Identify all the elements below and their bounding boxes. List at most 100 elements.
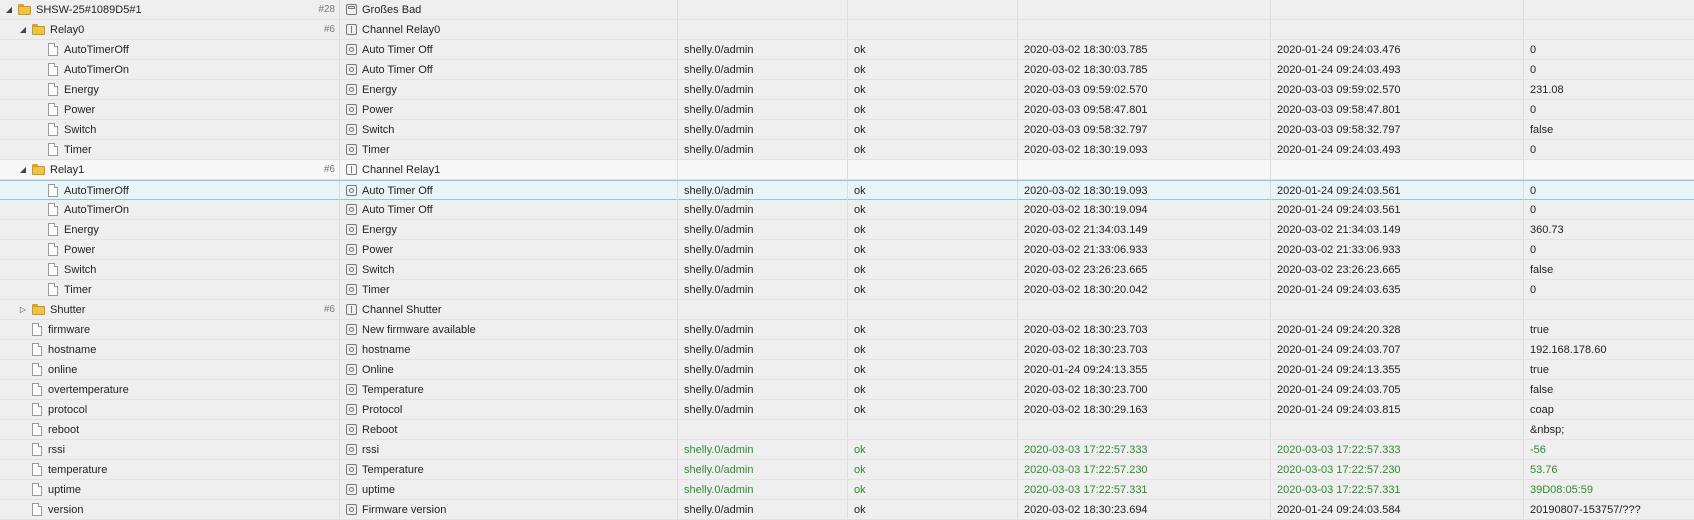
file-icon (32, 503, 42, 516)
value-text[interactable]: 39D08:05:59 (1530, 480, 1593, 499)
id-cell: reboot (0, 420, 340, 439)
table-row[interactable]: AutoTimerOn Auto Timer Off shelly.0/admin o… (0, 60, 1694, 80)
ack-cell: ok (848, 480, 1018, 499)
timestamp-text: 2020-03-02 23:26:23.665 (1024, 264, 1148, 276)
value-text[interactable]: true (1530, 360, 1549, 379)
value-text[interactable]: 0 (1530, 100, 1536, 119)
collapse-toggle-icon[interactable]: ◢ (4, 0, 14, 19)
tree-node-row[interactable]: ◢ Relay1 #6 Channel Relay1 (0, 160, 1694, 180)
last-change-text: 2020-03-03 09:59:02.570 (1277, 84, 1401, 96)
name-cell: Online (340, 360, 678, 379)
state-role-icon (346, 204, 357, 215)
value-text[interactable]: 192.168.178.60 (1530, 340, 1606, 359)
file-icon (32, 423, 42, 436)
value-text[interactable]: 0 (1530, 60, 1536, 79)
table-row[interactable]: Timer Timer shelly.0/admin ok 2020-03-02 18:… (0, 280, 1694, 300)
table-row[interactable]: Switch Switch shelly.0/admin ok 2020-03-02 2… (0, 260, 1694, 280)
ack-cell: ok (848, 340, 1018, 359)
value-text[interactable]: true (1530, 320, 1549, 339)
folder-icon (32, 164, 45, 175)
value-text[interactable]: false (1530, 260, 1553, 279)
instance-cell: shelly.0/admin (678, 100, 848, 119)
last-change-text: 2020-03-03 17:22:57.331 (1277, 484, 1401, 496)
value-text[interactable]: 0 (1530, 240, 1536, 259)
value-text[interactable]: 20190807-153757/??? (1530, 500, 1641, 519)
ack-text: ok (854, 404, 866, 416)
table-row[interactable]: Power Power shelly.0/admin ok 2020-03-03 09:… (0, 100, 1694, 120)
last-change-text: 2020-03-03 09:58:47.801 (1277, 104, 1401, 116)
value-text[interactable]: 0 (1530, 40, 1536, 59)
object-name-label: Großes Bad (362, 4, 422, 16)
tree-node-row[interactable]: ▷ Shutter #6 Channel Shutter (0, 300, 1694, 320)
ack-text: ok (854, 64, 866, 76)
ack-cell (848, 20, 1018, 39)
expand-toggle-icon[interactable]: ▷ (18, 300, 28, 319)
object-id-label: rssi (48, 444, 66, 456)
object-name-label: Firmware version (362, 504, 447, 516)
ack-cell (848, 0, 1018, 19)
instance-cell: shelly.0/admin (678, 220, 848, 239)
table-row[interactable]: hostname hostname shelly.0/admin ok 2020-03-… (0, 340, 1694, 360)
timestamp-text: 2020-03-02 18:30:23.703 (1024, 324, 1148, 336)
last-change-text: 2020-01-24 09:24:03.815 (1277, 404, 1401, 416)
instance-cell: shelly.0/admin (678, 360, 848, 379)
table-row[interactable]: online Online shelly.0/admin ok 2020-01-24 0… (0, 360, 1694, 380)
collapse-toggle-icon[interactable]: ◢ (18, 160, 28, 179)
tree-node-row[interactable]: ◢ SHSW-25#1089D5#1 #28 Großes Bad (0, 0, 1694, 20)
timestamp-text: 2020-03-02 21:34:03.149 (1024, 224, 1148, 236)
instance-text: shelly.0/admin (684, 44, 754, 56)
state-role-icon (346, 224, 357, 235)
table-row[interactable]: AutoTimerOff Auto Timer Off shelly.0/admin… (0, 180, 1694, 200)
value-text[interactable]: 53.76 (1530, 460, 1558, 479)
id-cell: Timer (0, 280, 340, 299)
value-text[interactable]: 360.73 (1530, 220, 1564, 239)
last-change-cell: 2020-01-24 09:24:03.584 (1271, 500, 1524, 519)
table-row[interactable]: reboot Reboot &nbsp; (0, 420, 1694, 440)
table-row[interactable]: protocol Protocol shelly.0/admin ok 2020-03-… (0, 400, 1694, 420)
file-icon (48, 223, 58, 236)
table-row[interactable]: overtemperature Temperature shelly.0/admin… (0, 380, 1694, 400)
table-row[interactable]: version Firmware version shelly.0/admin ok 2… (0, 500, 1694, 520)
last-change-cell: 2020-03-03 09:58:47.801 (1271, 100, 1524, 119)
value-text[interactable]: -56 (1530, 440, 1546, 459)
value-text[interactable]: false (1530, 380, 1553, 399)
table-row[interactable]: AutoTimerOn Auto Timer Off shelly.0/admin o… (0, 200, 1694, 220)
timestamp-text: 2020-03-03 09:58:47.801 (1024, 104, 1148, 116)
table-row[interactable]: temperature Temperature shelly.0/admin ok 20… (0, 460, 1694, 480)
table-row[interactable]: uptime uptime shelly.0/admin ok 2020-03-03 1… (0, 480, 1694, 500)
table-row[interactable]: AutoTimerOff Auto Timer Off shelly.0/admin… (0, 40, 1694, 60)
table-row[interactable]: firmware New firmware available shelly.0/a… (0, 320, 1694, 340)
table-row[interactable]: rssi rssi shelly.0/admin ok 2020-03-03 17:22… (0, 440, 1694, 460)
value-text[interactable]: 0 (1530, 280, 1536, 299)
id-cell: firmware (0, 320, 340, 339)
instance-text: shelly.0/admin (684, 444, 754, 456)
tree-node-row[interactable]: ◢ Relay0 #6 Channel Relay0 (0, 20, 1694, 40)
instance-cell (678, 20, 848, 39)
table-row[interactable]: Switch Switch shelly.0/admin ok 2020-03-03 0… (0, 120, 1694, 140)
table-row[interactable]: Energy Energy shelly.0/admin ok 2020-03-02 2… (0, 220, 1694, 240)
value-text[interactable]: &nbsp; (1530, 420, 1564, 439)
id-cell: version (0, 500, 340, 519)
timestamp-cell (1018, 420, 1271, 439)
value-text[interactable]: 0 (1530, 140, 1536, 159)
timestamp-text: 2020-03-03 17:22:57.331 (1024, 484, 1148, 496)
state-role-icon (346, 124, 357, 135)
last-change-cell: 2020-03-03 09:58:32.797 (1271, 120, 1524, 139)
table-row[interactable]: Power Power shelly.0/admin ok 2020-03-02 21:… (0, 240, 1694, 260)
state-role-icon (346, 364, 357, 375)
channel-role-icon (346, 24, 357, 35)
table-row[interactable]: Energy Energy shelly.0/admin ok 2020-03-03 0… (0, 80, 1694, 100)
timestamp-cell: 2020-03-02 18:30:23.700 (1018, 380, 1271, 399)
collapse-toggle-icon[interactable]: ◢ (18, 20, 28, 39)
value-text[interactable]: 231.08 (1530, 80, 1564, 99)
last-change-cell (1271, 160, 1524, 179)
ack-text: ok (854, 224, 866, 236)
name-cell: Channel Relay0 (340, 20, 678, 39)
value-text[interactable]: coap (1530, 400, 1554, 419)
table-row[interactable]: Timer Timer shelly.0/admin ok 2020-03-02 18:… (0, 140, 1694, 160)
value-text[interactable]: 0 (1530, 200, 1536, 219)
name-cell: Großes Bad (340, 0, 678, 19)
value-text[interactable]: 0 (1530, 181, 1536, 200)
value-text[interactable]: false (1530, 120, 1553, 139)
file-icon (48, 123, 58, 136)
